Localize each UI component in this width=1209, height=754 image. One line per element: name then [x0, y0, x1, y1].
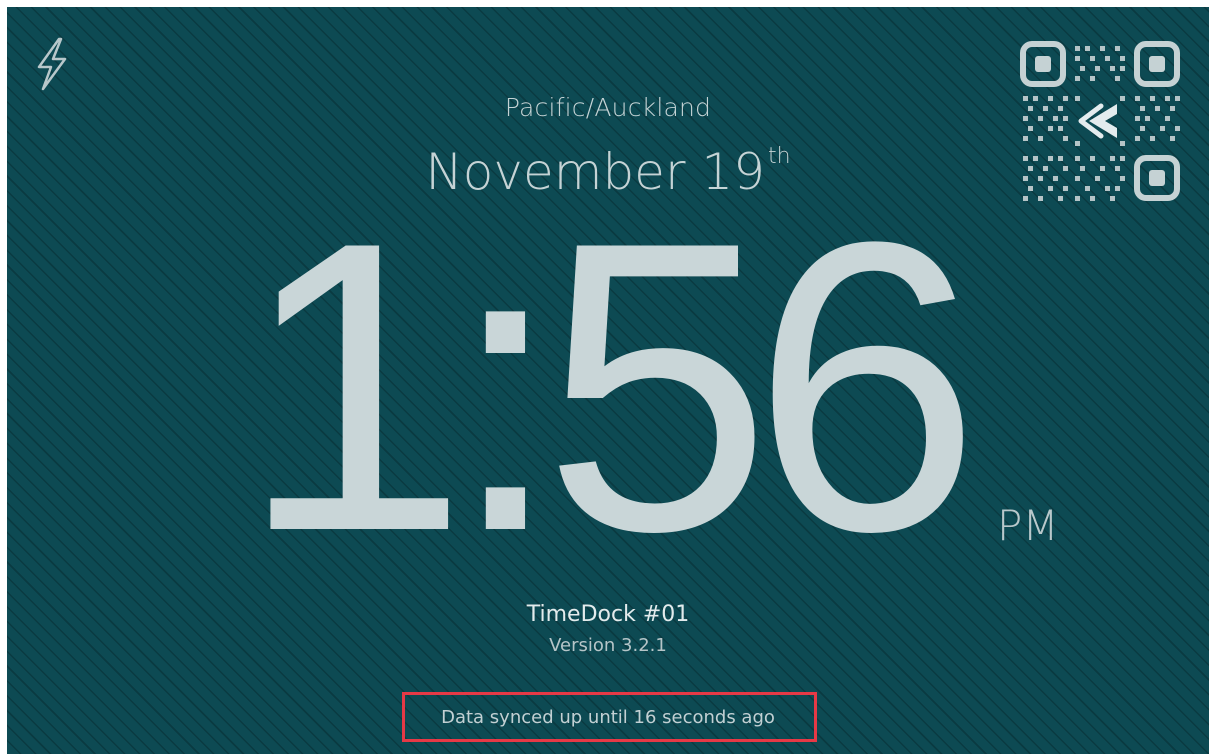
device-name: TimeDock #01: [526, 602, 690, 627]
sync-status-highlight: [402, 692, 817, 742]
meridiem-label: PM: [997, 501, 1059, 550]
lightning-bolt-icon[interactable]: [31, 37, 71, 91]
time-value: 1:56: [239, 157, 981, 617]
app-version: Version 3.2.1: [549, 635, 667, 656]
timezone-label: Pacific/Auckland: [504, 93, 712, 122]
clock-screen: Pacific/Auckland November 19th 1:56 PM T…: [7, 7, 1209, 754]
